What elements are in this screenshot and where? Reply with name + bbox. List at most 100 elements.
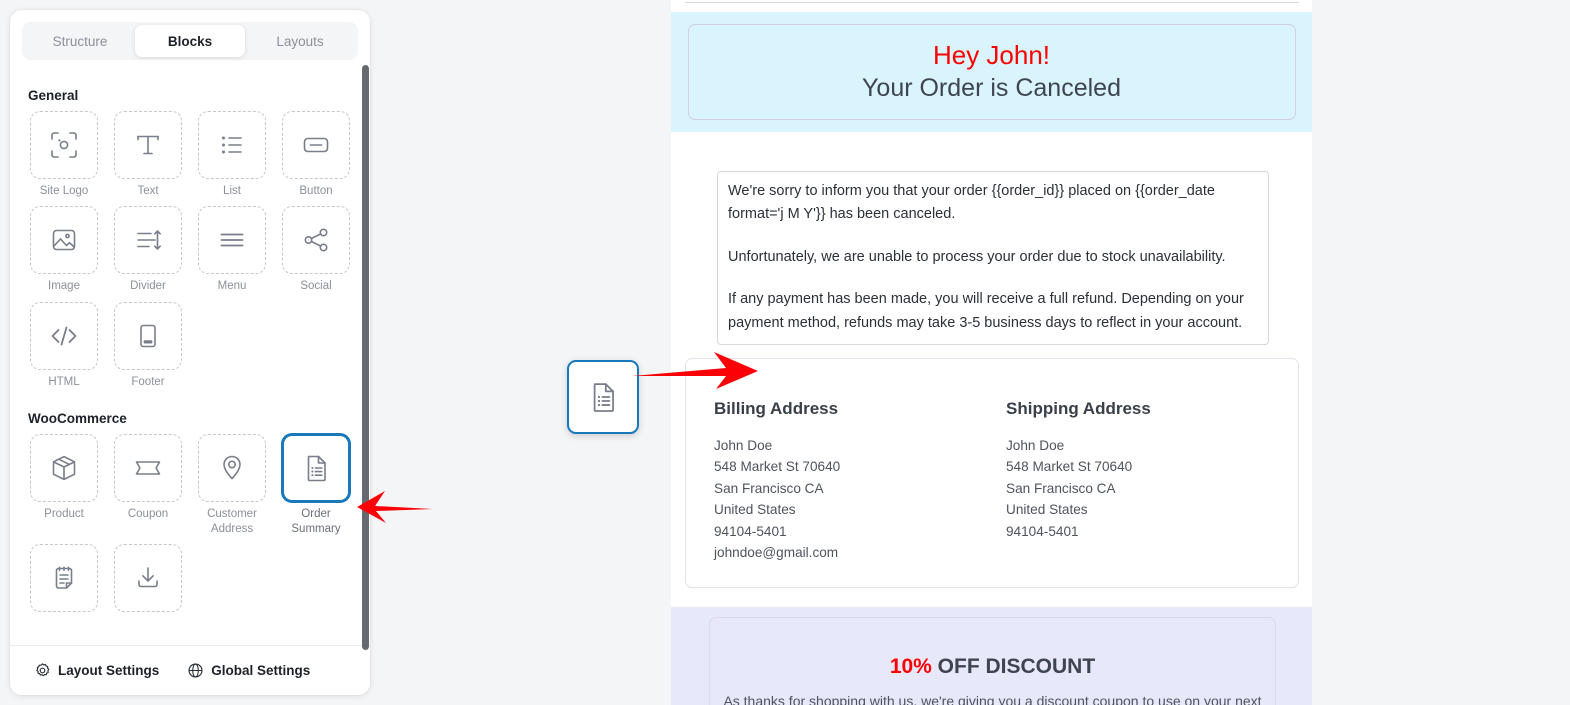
blocks-panel-scrollbar[interactable]: [362, 65, 369, 650]
billing-address-heading: Billing Address: [714, 399, 839, 418]
block-tile[interactable]: [282, 206, 350, 275]
promo-subtitle: As thanks for shopping with us, we're gi…: [723, 693, 1262, 705]
block-social[interactable]: Social: [278, 206, 354, 299]
block-downloads[interactable]: [110, 543, 186, 623]
block-tile[interactable]: [114, 301, 182, 370]
section-title-general: General: [28, 88, 79, 103]
block-label: Text: [137, 185, 159, 197]
email-hero-block[interactable]: Hey John! Your Order is Canceled: [671, 12, 1312, 132]
email-body-text-card[interactable]: We're sorry to inform you that your orde…: [717, 171, 1269, 346]
billing-address-email: johndoe@gmail.com: [714, 545, 839, 561]
block-library-panel: Structure Blocks Layouts General Site Lo…: [10, 10, 370, 695]
order-details-icon: [55, 566, 73, 589]
panel-footer: Layout Settings Global Settings: [10, 645, 370, 695]
email-address-block[interactable]: Billing Address John Doe 548 Market St 7…: [671, 352, 1312, 607]
block-label: Order Summary: [291, 508, 341, 535]
block-label: Footer: [131, 375, 165, 388]
list-icon: [222, 136, 242, 154]
block-tile[interactable]: [114, 543, 182, 612]
social-share-icon: [304, 228, 328, 252]
email-hero-inner: Hey John! Your Order is Canceled: [687, 24, 1296, 120]
email-body-paragraph-3: If any payment has been made, you will r…: [728, 291, 1244, 331]
block-label: List: [223, 185, 241, 197]
product-box-icon: [52, 455, 76, 481]
block-label: Menu: [217, 280, 247, 293]
block-tile[interactable]: [30, 434, 98, 503]
order-summary-document-icon: [593, 383, 614, 412]
block-html[interactable]: HTML: [26, 301, 102, 395]
email-promo-inner: 10% OFF DISCOUNT As thanks for shopping …: [709, 617, 1276, 705]
tab-structure[interactable]: Structure: [25, 25, 135, 57]
block-button[interactable]: Button: [278, 111, 354, 204]
shipping-address-line: United States: [1006, 502, 1088, 518]
section-title-woocommerce: WooCommerce: [28, 411, 127, 427]
block-tile[interactable]: [114, 111, 182, 179]
email-body-paragraph-2: Unfortunately, we are unable to process …: [728, 248, 1226, 265]
block-customer-address[interactable]: Customer Address: [194, 434, 270, 542]
promo-percent: 10%: [889, 655, 932, 678]
block-tile[interactable]: [30, 301, 98, 370]
shipping-address-column: Shipping Address John Doe 548 Market St …: [1006, 399, 1298, 587]
shipping-address-line: John Doe: [1006, 438, 1065, 453]
layout-settings-label: Layout Settings: [58, 663, 160, 678]
preview-top-block-sliver: [671, 0, 1312, 12]
block-tile[interactable]: [114, 206, 182, 275]
email-preview-canvas[interactable]: Hey John! Your Order is Canceled We're s…: [671, 0, 1312, 705]
block-grid-woocommerce: Product Coupon Customer Address Order Su…: [26, 434, 354, 623]
global-settings-button[interactable]: Global Settings: [187, 662, 310, 679]
block-order-details[interactable]: [26, 543, 102, 623]
drag-ghost-order-summary[interactable]: [567, 360, 639, 434]
order-summary-document-icon: [307, 455, 326, 482]
shipping-address-line: San Francisco CA: [1006, 480, 1116, 496]
block-tile[interactable]: [30, 206, 98, 275]
billing-address-line: John Doe: [714, 438, 773, 453]
block-label: Site Logo: [39, 185, 89, 197]
shipping-address-line: 548 Market St 70640: [1006, 459, 1133, 475]
email-address-card: Billing Address John Doe 548 Market St 7…: [685, 358, 1299, 588]
email-hero-subtitle: Your Order is Canceled: [862, 73, 1121, 102]
block-divider[interactable]: Divider: [110, 206, 186, 299]
map-pin-icon: [223, 455, 241, 480]
block-menu[interactable]: Menu: [194, 206, 270, 299]
block-label: Coupon: [127, 508, 169, 521]
email-body-block[interactable]: We're sorry to inform you that your orde…: [671, 132, 1312, 352]
button-icon: [303, 137, 329, 153]
block-label: Button: [299, 185, 333, 197]
block-tile[interactable]: [30, 111, 98, 179]
block-product[interactable]: Product: [26, 434, 102, 542]
block-text[interactable]: Text: [110, 111, 186, 204]
block-tile[interactable]: [198, 111, 266, 179]
panel-tabbar: Structure Blocks Layouts: [22, 22, 358, 60]
block-tile[interactable]: [282, 434, 350, 503]
block-tile[interactable]: [198, 206, 266, 275]
email-promo-block[interactable]: 10% OFF DISCOUNT As thanks for shopping …: [671, 607, 1312, 705]
block-site-logo[interactable]: Site Logo: [26, 111, 102, 204]
block-tile[interactable]: [198, 434, 266, 503]
email-body-paragraph-1: We're sorry to inform you that your orde…: [728, 183, 1215, 223]
block-order-summary[interactable]: Order Summary: [278, 434, 354, 542]
block-label: HTML: [48, 375, 80, 388]
billing-address-line: 94104-5401: [714, 523, 787, 539]
global-settings-label: Global Settings: [211, 663, 311, 678]
blocks-scroll-area[interactable]: General Site Logo Text List Button Image…: [10, 72, 370, 667]
block-tile[interactable]: [282, 111, 350, 179]
block-image[interactable]: Image: [26, 206, 102, 299]
shipping-address-heading: Shipping Address: [1006, 399, 1151, 418]
billing-address-column: Billing Address John Doe 548 Market St 7…: [714, 399, 1006, 587]
site-logo-icon: [51, 132, 77, 158]
billing-address-line: 548 Market St 70640: [714, 459, 841, 475]
tab-layouts[interactable]: Layouts: [245, 25, 355, 57]
menu-icon: [220, 233, 244, 247]
shipping-address-line: 94104-5401: [1006, 523, 1079, 539]
email-hero-title: Hey John!: [932, 40, 1051, 71]
block-footer[interactable]: Footer: [110, 301, 186, 395]
text-icon: [137, 135, 159, 155]
block-list[interactable]: List: [194, 111, 270, 204]
tab-blocks[interactable]: Blocks: [135, 25, 245, 57]
layout-settings-button[interactable]: Layout Settings: [34, 662, 159, 679]
block-coupon[interactable]: Coupon: [110, 434, 186, 542]
block-label: Image: [48, 280, 80, 293]
footer-icon: [140, 324, 156, 348]
block-tile[interactable]: [30, 543, 98, 612]
block-tile[interactable]: [114, 434, 182, 503]
